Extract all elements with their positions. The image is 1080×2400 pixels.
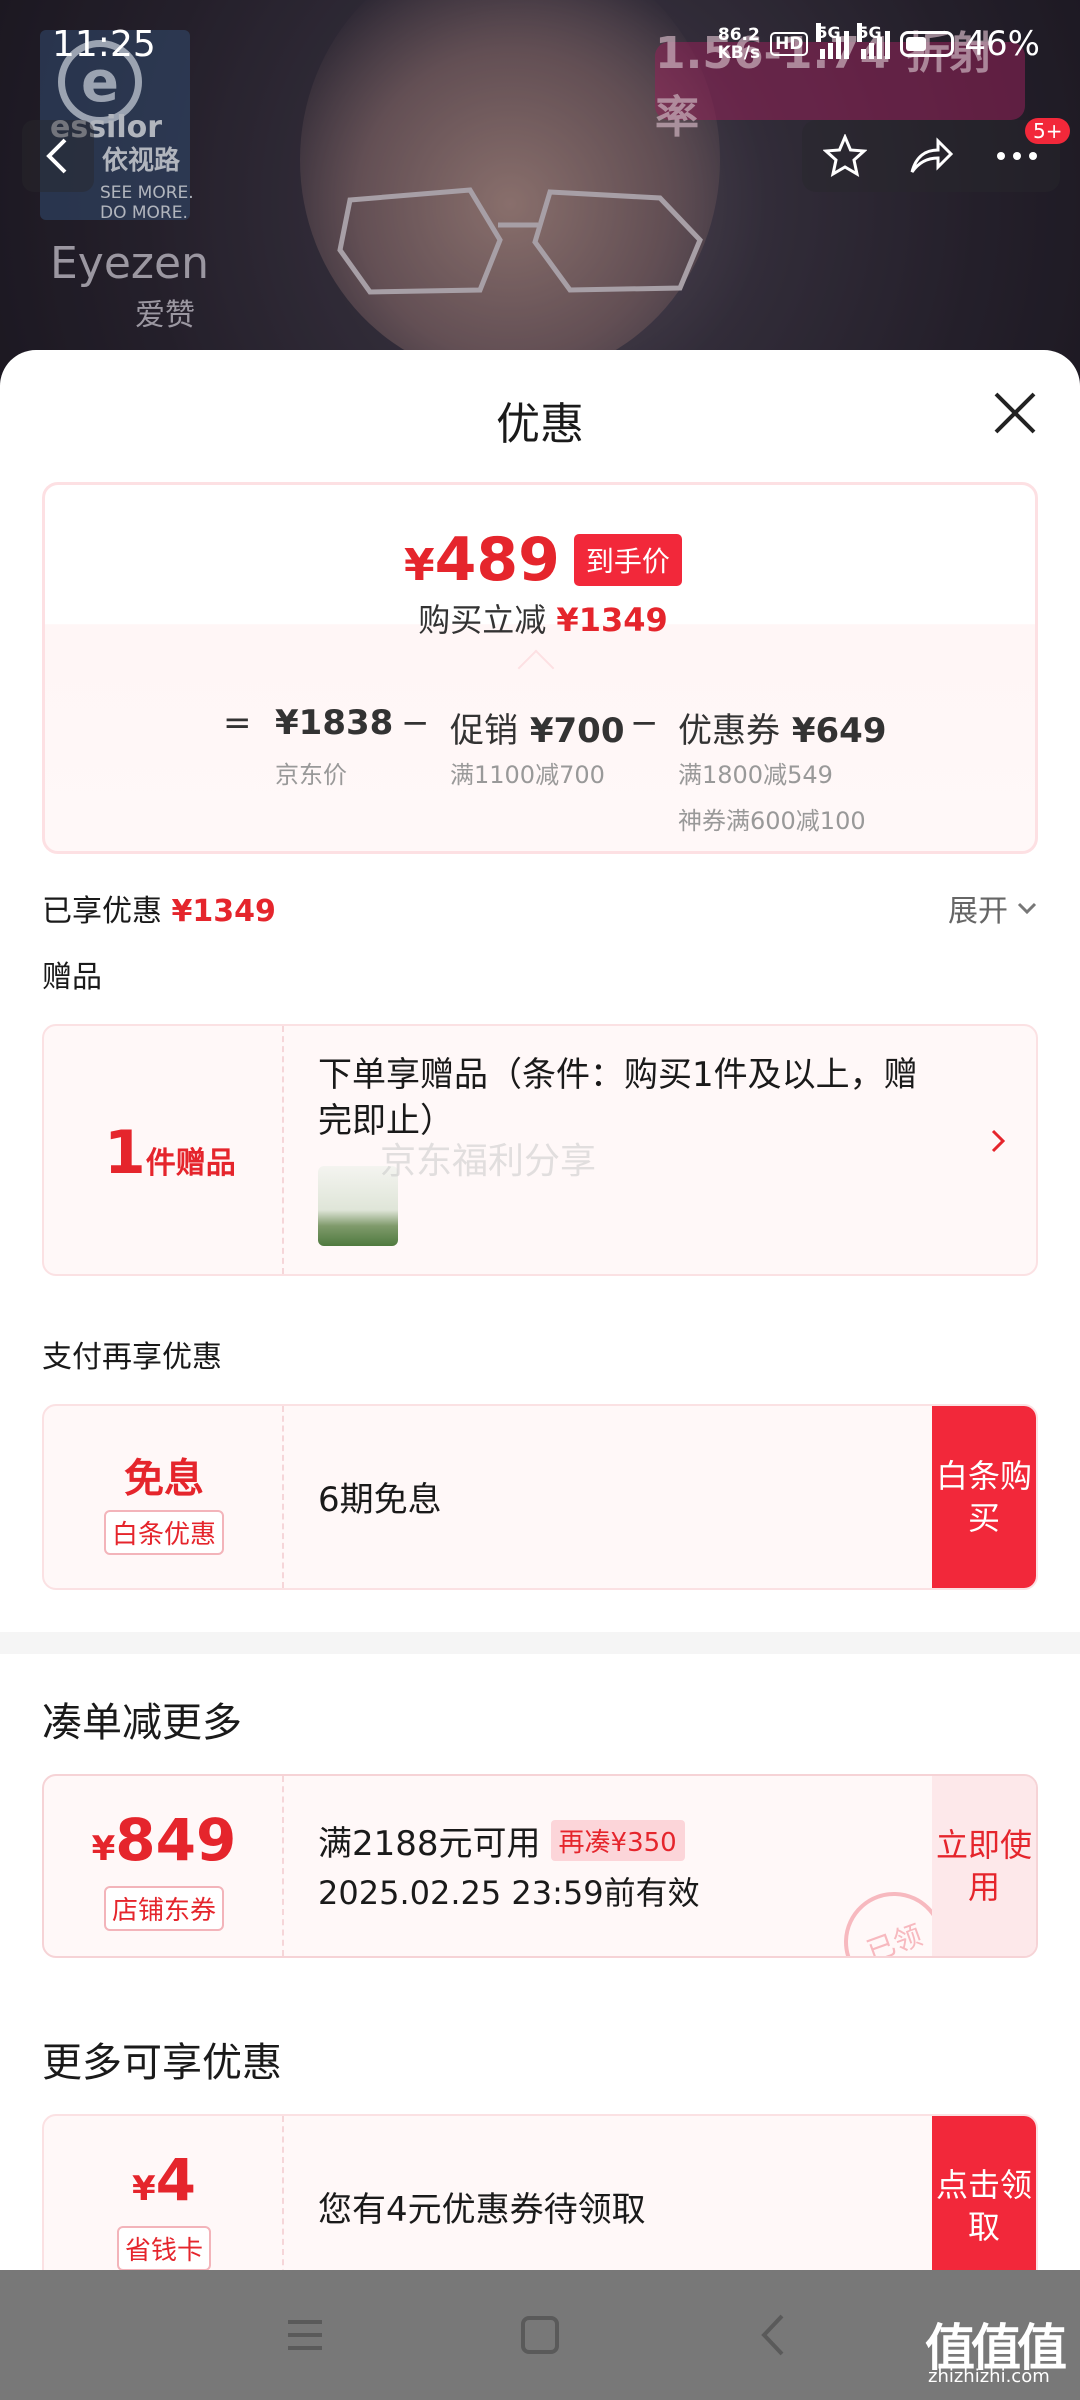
battery-percent: 46% xyxy=(964,24,1040,64)
promo-discount: 促销 ¥700 xyxy=(450,711,625,751)
baitiao-card: 免息 白条优惠 6期免息 白条购买 xyxy=(42,1404,1038,1590)
minus-sign-2: − xyxy=(630,703,659,743)
equals-sign: = xyxy=(223,703,252,743)
hd-icon: HD xyxy=(770,32,809,56)
signal-icon-2: 5G xyxy=(857,23,891,59)
price-formula: = ¥1838 京东价 − 促销 ¥700 满1100减700 − 优惠券 ¥6… xyxy=(45,703,1041,843)
clock: 11:25 xyxy=(52,24,156,65)
store-coupon-card: ¥849 店铺东券 满2188元可用 再凑¥350 2025.02.25 23:… xyxy=(42,1774,1038,1958)
chevron-right-icon xyxy=(991,1129,1006,1153)
coupon-amount: ¥849 xyxy=(91,1806,237,1874)
jd-price: ¥1838 xyxy=(275,703,394,743)
enjoyed-discount: 已享优惠 ¥1349 xyxy=(42,894,276,929)
menu-icon[interactable] xyxy=(280,2310,330,2360)
more-section-title: 更多可享优惠 xyxy=(42,2040,282,2086)
saver-tag: 省钱卡 xyxy=(116,2226,211,2271)
coupon-validity: 2025.02.25 23:59前有效 xyxy=(318,1874,700,1912)
pay-section-title: 支付再享优惠 xyxy=(42,1340,222,1375)
back-button[interactable] xyxy=(22,120,94,192)
share-button[interactable] xyxy=(905,130,957,182)
jd-price-label: 京东价 xyxy=(275,761,347,789)
minus-sign: − xyxy=(401,703,430,743)
favorite-button[interactable] xyxy=(819,130,871,182)
final-price-tag: 到手价 xyxy=(573,534,682,586)
chevron-left-icon xyxy=(46,138,67,174)
back-nav-icon[interactable] xyxy=(750,2310,800,2360)
total-savings: 购买立减 ¥1349 xyxy=(418,601,668,639)
gift-description: 下单享赠品（条件：购买1件及以上，赠完即止） xyxy=(318,1055,918,1141)
interest-free-title: 免息 xyxy=(124,1456,204,1502)
combine-section-title: 凑单减更多 xyxy=(42,1700,242,1746)
saver-text: 您有4元优惠券待领取 xyxy=(318,2190,646,2230)
baitiao-tag: 白条优惠 xyxy=(103,1510,224,1555)
network-speed: 86.2 KB/s xyxy=(717,25,761,63)
saver-amount: ¥4 xyxy=(131,2146,197,2214)
price-breakdown-card: ¥489 到手价 购买立减 ¥1349 = ¥1838 京东价 − 促销 ¥70… xyxy=(42,482,1038,854)
header-actions xyxy=(802,120,1060,192)
claim-coupon-button[interactable]: 点击领取 xyxy=(932,2116,1036,2296)
chevron-down-icon xyxy=(1017,902,1037,915)
battery-icon xyxy=(900,31,955,57)
site-watermark-url: zhizhizhi.com xyxy=(928,2366,1050,2387)
final-price: ¥489 xyxy=(404,525,560,595)
promo-rule: 满1100减700 xyxy=(450,761,605,789)
home-icon[interactable] xyxy=(515,2310,565,2360)
super-coupon-rule: 神券满600减100 xyxy=(678,807,866,835)
message-badge: 5+ xyxy=(1025,118,1071,144)
coupon-discount: 优惠券 ¥649 xyxy=(678,711,887,751)
discount-sheet: 优惠 ¥489 到手价 购买立减 ¥1349 = ¥1838 京东价 − 促销 … xyxy=(0,350,1080,2400)
share-icon xyxy=(910,137,954,173)
gift-count: 1件赠品 xyxy=(104,1118,236,1188)
system-nav-bar xyxy=(0,2270,1080,2400)
use-coupon-button[interactable]: 立即使用 xyxy=(932,1776,1036,1956)
gift-section-title: 赠品 xyxy=(42,960,102,995)
baitiao-buy-button[interactable]: 白条购买 xyxy=(932,1406,1036,1588)
more-icon xyxy=(997,152,1037,160)
close-icon[interactable] xyxy=(990,388,1040,438)
installment-text: 6期免息 xyxy=(318,1480,442,1520)
sheet-title: 优惠 xyxy=(496,399,584,450)
coupon-rule: 满1800减549 xyxy=(678,761,833,789)
expand-button[interactable]: 展开 xyxy=(948,886,1038,930)
coupon-gap-badge: 再凑¥350 xyxy=(550,1820,685,1861)
star-icon xyxy=(823,134,867,178)
signal-icon: 5G xyxy=(816,23,850,59)
watermark-text: 京东福利分享 xyxy=(380,1141,597,1182)
store-coupon-tag: 店铺东券 xyxy=(103,1886,224,1931)
status-bar: 11:25 86.2 KB/s HD 5G 5G 46% xyxy=(0,0,1080,92)
coupon-condition: 满2188元可用 xyxy=(318,1824,541,1864)
